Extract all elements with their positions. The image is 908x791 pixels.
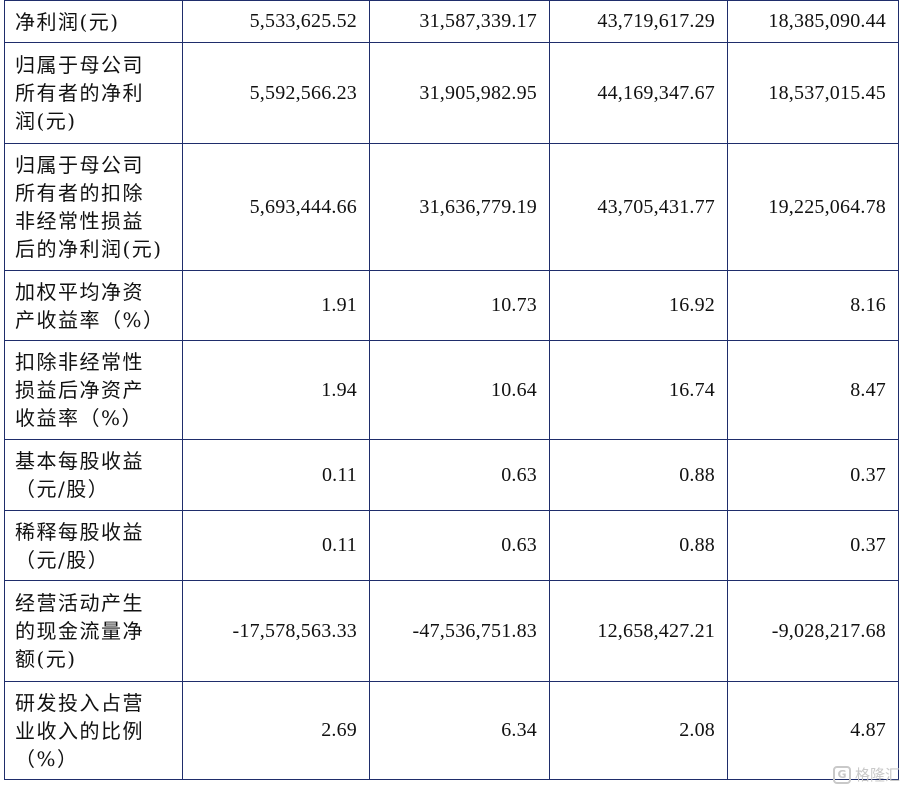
value-cell: 43,719,617.29 bbox=[549, 0, 728, 43]
value-cell: 16.74 bbox=[549, 340, 728, 440]
value-cell: -47,536,751.83 bbox=[369, 580, 550, 682]
value-cell: -9,028,217.68 bbox=[727, 580, 899, 682]
value-cell: 19,225,064.78 bbox=[727, 143, 899, 271]
value-cell: 18,537,015.45 bbox=[727, 42, 899, 144]
row-label: 基本每股收益 （元/股） bbox=[4, 439, 183, 511]
row-label: 经营活动产生 的现金流量净 额(元) bbox=[4, 580, 183, 682]
value-cell: 8.47 bbox=[727, 340, 899, 440]
row-label: 稀释每股收益 （元/股） bbox=[4, 510, 183, 581]
table-row: 经营活动产生 的现金流量净 额(元) -17,578,563.33 -47,53… bbox=[4, 580, 899, 682]
value-cell: 8.16 bbox=[727, 270, 899, 341]
value-cell: 0.37 bbox=[727, 439, 899, 511]
row-label: 加权平均净资 产收益率（%） bbox=[4, 270, 183, 341]
watermark: G 格隆汇 bbox=[832, 764, 900, 785]
value-cell: 5,533,625.52 bbox=[182, 0, 370, 43]
row-label: 归属于母公司 所有者的扣除 非经常性损益 后的净利润(元) bbox=[4, 143, 183, 271]
value-cell: 43,705,431.77 bbox=[549, 143, 728, 271]
row-label: 扣除非经常性 损益后净资产 收益率（%） bbox=[4, 340, 183, 440]
value-cell: 12,658,427.21 bbox=[549, 580, 728, 682]
value-cell: 0.88 bbox=[549, 439, 728, 511]
brand-logo-icon: G bbox=[832, 765, 851, 784]
watermark-text: 格隆汇 bbox=[854, 766, 900, 784]
value-cell: -17,578,563.33 bbox=[182, 580, 370, 682]
value-cell: 1.94 bbox=[182, 340, 370, 440]
table-row: 基本每股收益 （元/股） 0.11 0.63 0.88 0.37 bbox=[4, 439, 899, 511]
table-row: 研发投入占营 业收入的比例 （%） 2.69 6.34 2.08 4.87 bbox=[4, 681, 899, 780]
table-row: 稀释每股收益 （元/股） 0.11 0.63 0.88 0.37 bbox=[4, 510, 899, 581]
value-cell: 2.08 bbox=[549, 681, 728, 780]
value-cell: 5,693,444.66 bbox=[182, 143, 370, 271]
value-cell: 16.92 bbox=[549, 270, 728, 341]
financial-table: 净利润(元) 5,533,625.52 31,587,339.17 43,719… bbox=[4, 0, 899, 780]
value-cell: 0.63 bbox=[369, 510, 550, 581]
value-cell: 31,636,779.19 bbox=[369, 143, 550, 271]
value-cell: 0.37 bbox=[727, 510, 899, 581]
value-cell: 10.64 bbox=[369, 340, 550, 440]
table-row: 加权平均净资 产收益率（%） 1.91 10.73 16.92 8.16 bbox=[4, 270, 899, 341]
value-cell: 0.11 bbox=[182, 510, 370, 581]
table-row: 净利润(元) 5,533,625.52 31,587,339.17 43,719… bbox=[4, 0, 899, 43]
row-label: 研发投入占营 业收入的比例 （%） bbox=[4, 681, 183, 780]
table-row: 归属于母公司 所有者的扣除 非经常性损益 后的净利润(元) 5,693,444.… bbox=[4, 143, 899, 271]
value-cell: 0.63 bbox=[369, 439, 550, 511]
value-cell: 0.11 bbox=[182, 439, 370, 511]
value-cell: 44,169,347.67 bbox=[549, 42, 728, 144]
value-cell: 2.69 bbox=[182, 681, 370, 780]
value-cell: 18,385,090.44 bbox=[727, 0, 899, 43]
value-cell: 31,587,339.17 bbox=[369, 0, 550, 43]
row-label: 归属于母公司 所有者的净利 润(元) bbox=[4, 42, 183, 144]
value-cell: 10.73 bbox=[369, 270, 550, 341]
row-label: 净利润(元) bbox=[4, 0, 183, 43]
table-row: 扣除非经常性 损益后净资产 收益率（%） 1.94 10.64 16.74 8.… bbox=[4, 340, 899, 440]
value-cell: 5,592,566.23 bbox=[182, 42, 370, 144]
table-row: 归属于母公司 所有者的净利 润(元) 5,592,566.23 31,905,9… bbox=[4, 42, 899, 144]
value-cell: 0.88 bbox=[549, 510, 728, 581]
value-cell: 6.34 bbox=[369, 681, 550, 780]
value-cell: 1.91 bbox=[182, 270, 370, 341]
value-cell: 31,905,982.95 bbox=[369, 42, 550, 144]
